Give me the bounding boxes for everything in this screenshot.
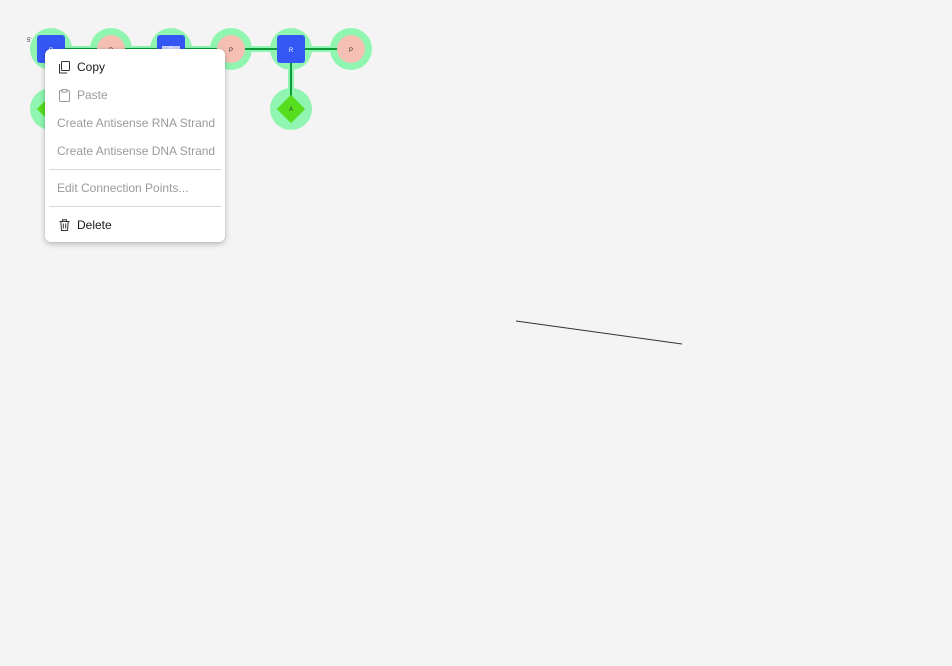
- monomer-phosphate[interactable]: P: [337, 35, 365, 63]
- menu-divider: [49, 169, 221, 170]
- edit-connection-points-label: Edit Connection Points...: [57, 181, 189, 195]
- paste-menu-item[interactable]: Paste: [45, 81, 225, 109]
- terminal-label: 5': [27, 38, 31, 44]
- create-antisense-rna-menu-item[interactable]: Create Antisense RNA Strand: [45, 109, 225, 137]
- context-menu: Copy Paste Create Antisense RNA Strand C…: [45, 49, 225, 242]
- paste-icon: [57, 88, 71, 102]
- copy-label: Copy: [77, 60, 106, 74]
- copy-menu-item[interactable]: Copy: [45, 53, 225, 81]
- monomer-sugar[interactable]: R: [277, 35, 305, 63]
- menu-divider: [49, 206, 221, 207]
- create-antisense-dna-menu-item[interactable]: Create Antisense DNA Strand: [45, 137, 225, 165]
- monomer-label: P: [229, 48, 233, 54]
- trash-icon: [57, 218, 71, 232]
- edit-connection-points-menu-item[interactable]: Edit Connection Points...: [45, 174, 225, 202]
- delete-label: Delete: [77, 218, 112, 232]
- monomer-label: R: [289, 48, 294, 54]
- monomer-label: P: [349, 48, 353, 54]
- create-antisense-rna-label: Create Antisense RNA Strand: [57, 116, 216, 130]
- create-antisense-dna-label: Create Antisense DNA Strand: [57, 144, 216, 158]
- paste-label: Paste: [77, 88, 108, 102]
- monomer-label: A: [289, 107, 293, 113]
- drawn-line[interactable]: [515, 320, 683, 345]
- delete-menu-item[interactable]: Delete: [45, 211, 225, 239]
- copy-icon: [57, 60, 71, 74]
